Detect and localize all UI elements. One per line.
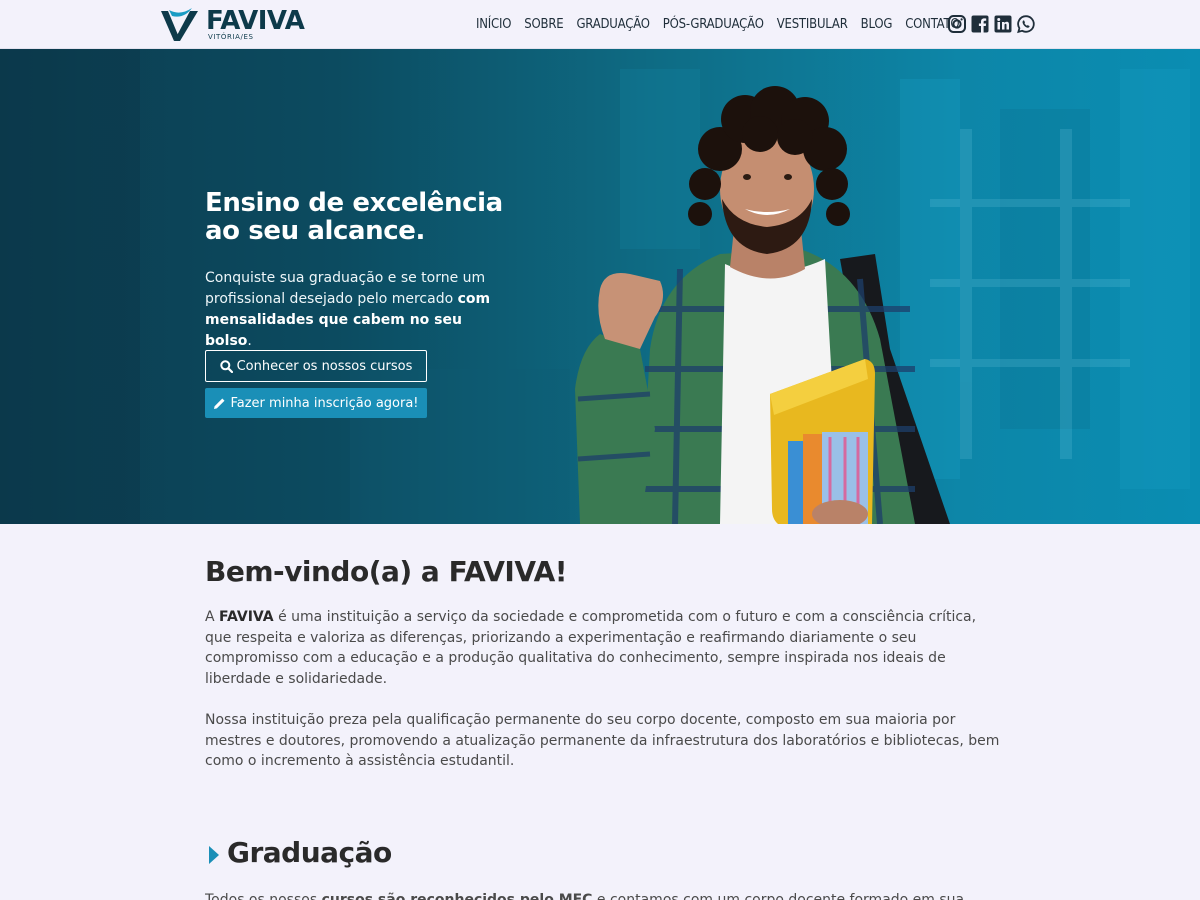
hero-copy: Ensino de excelência ao seu alcance. Con… xyxy=(205,189,545,418)
linkedin-icon[interactable] xyxy=(993,14,1013,34)
welcome-paragraph-1: A FAVIVA é uma instituição a serviço da … xyxy=(205,607,1000,689)
enroll-button-label: Fazer minha inscrição agora! xyxy=(230,395,419,411)
hero-title-line-1: Ensino de excelência xyxy=(205,188,503,218)
enroll-button[interactable]: Fazer minha inscrição agora! xyxy=(205,388,427,418)
nav-sobre[interactable]: SOBRE xyxy=(524,14,563,36)
hero-text-plain: Conquiste sua graduação e se torne um pr… xyxy=(205,270,486,307)
welcome-p1-rest: é uma instituição a serviço da sociedade… xyxy=(205,609,977,687)
main-nav: INÍCIO SOBRE GRADUAÇÃO PÓS-GRADUAÇÃO VES… xyxy=(476,14,972,36)
nav-inicio[interactable]: INÍCIO xyxy=(476,14,511,36)
brand-subtitle: VITÓRIA/ES xyxy=(208,33,254,41)
hero-title: Ensino de excelência ao seu alcance. xyxy=(205,189,545,245)
hero-title-line-2: ao seu alcance. xyxy=(205,216,425,246)
facebook-icon[interactable] xyxy=(970,14,990,34)
courses-button[interactable]: Conhecer os nossos cursos xyxy=(205,350,427,382)
welcome-title: Bem-vindo(a) a FAVIVA! xyxy=(205,555,568,588)
hero-banner: Ensino de excelência ao seu alcance. Con… xyxy=(0,49,1200,524)
logo[interactable]: FAVIVA VITÓRIA/ES xyxy=(160,6,305,44)
welcome-p1-start: A xyxy=(205,609,220,625)
brand-name: FAVIVA xyxy=(206,6,305,36)
graduacao-p-start: Todos os nossos xyxy=(205,892,322,900)
nav-blog[interactable]: BLOG xyxy=(861,14,893,36)
hero-student-photo xyxy=(0,49,1190,524)
welcome-paragraph-2: Nossa instituição preza pela qualificaçã… xyxy=(205,712,1000,769)
hero-text-end: . xyxy=(247,333,252,349)
social-links xyxy=(947,14,1036,34)
welcome-p1-brand: FAVIVA xyxy=(219,609,274,625)
courses-button-label: Conhecer os nossos cursos xyxy=(236,358,413,374)
whatsapp-icon[interactable] xyxy=(1016,14,1036,34)
search-icon xyxy=(219,359,233,373)
nav-graduacao[interactable]: GRADUAÇÃO xyxy=(576,14,650,36)
logo-mark-icon xyxy=(161,8,198,41)
caret-right-icon xyxy=(209,846,219,864)
graduacao-paragraph: Todos os nossos cursos são reconhecidos … xyxy=(205,890,1000,900)
graduacao-p-rest: e contamos com um corpo docente formado … xyxy=(592,892,965,900)
nav-vestibular[interactable]: VESTIBULAR xyxy=(777,14,848,36)
nav-pos-graduacao[interactable]: PÓS-GRADUAÇÃO xyxy=(663,14,764,36)
graduacao-title: Graduação xyxy=(227,836,392,869)
pencil-icon xyxy=(214,398,225,409)
instagram-icon[interactable] xyxy=(947,14,967,34)
graduacao-p-bold: cursos são reconhecidos pelo MEC xyxy=(321,892,593,900)
site-header: FAVIVA VITÓRIA/ES INÍCIO SOBRE GRADUAÇÃO… xyxy=(0,0,1200,49)
hero-description: Conquiste sua graduação e se torne um pr… xyxy=(205,268,505,352)
